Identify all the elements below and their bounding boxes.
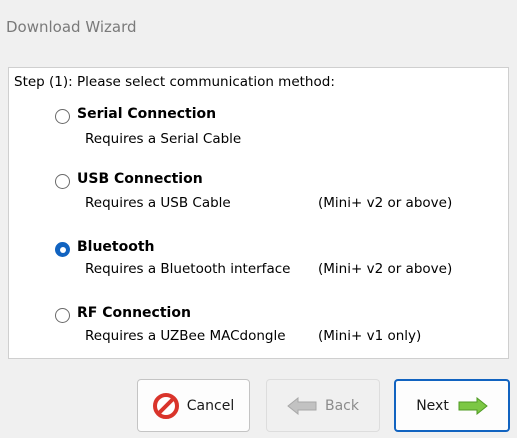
option-title: Bluetooth — [77, 239, 155, 255]
option-description: Requires a USB Cable — [85, 195, 231, 211]
radio-serial-connection[interactable] — [55, 109, 70, 124]
option-title: USB Connection — [77, 171, 203, 187]
option-note: (Mini+ v2 or above) — [318, 195, 453, 211]
next-label: Next — [416, 397, 449, 414]
cancel-icon — [152, 392, 179, 419]
radio-usb-connection[interactable] — [55, 174, 70, 189]
option-rf-connection[interactable]: RF Connection Requires a UZBee MACdongle… — [0, 305, 517, 355]
back-label: Back — [325, 397, 359, 414]
cancel-label: Cancel — [186, 397, 235, 414]
next-button[interactable]: Next — [394, 379, 510, 432]
step-prompt: Step (1): Please select communication me… — [14, 74, 335, 90]
option-description: Requires a Bluetooth interface — [85, 261, 291, 277]
option-description: Requires a Serial Cable — [85, 131, 242, 147]
option-serial-connection[interactable]: Serial Connection Requires a Serial Cabl… — [0, 104, 517, 154]
radio-bluetooth[interactable] — [55, 242, 70, 257]
radio-rf-connection[interactable] — [55, 308, 70, 323]
arrow-left-icon — [287, 396, 317, 415]
option-note: (Mini+ v2 or above) — [318, 261, 453, 277]
cancel-button[interactable]: Cancel — [137, 379, 250, 432]
back-button[interactable]: Back — [266, 379, 380, 432]
option-title: Serial Connection — [77, 106, 217, 122]
option-bluetooth[interactable]: Bluetooth Requires a Bluetooth interface… — [0, 239, 517, 289]
option-note: (Mini+ v1 only) — [318, 328, 422, 344]
window-title: Download Wizard — [6, 18, 137, 36]
arrow-right-icon — [458, 396, 488, 415]
option-title: RF Connection — [77, 305, 191, 321]
option-usb-connection[interactable]: USB Connection Requires a USB Cable (Min… — [0, 171, 517, 221]
option-description: Requires a UZBee MACdongle — [85, 328, 286, 344]
